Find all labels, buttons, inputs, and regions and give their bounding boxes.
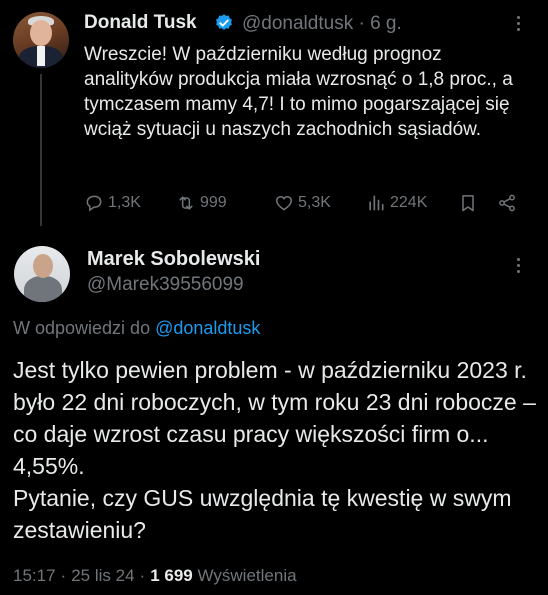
more-icon[interactable] xyxy=(510,14,526,34)
like-button[interactable]: 5,3K xyxy=(274,190,331,216)
share-button[interactable] xyxy=(497,190,517,216)
tweet-date[interactable]: 25 lis 24 xyxy=(71,566,134,585)
author-handle[interactable]: @Marek39556099 xyxy=(87,274,244,296)
tweet-time[interactable]: 15:17 xyxy=(13,566,56,585)
share-icon xyxy=(499,194,515,212)
tweet-reply: Marek Sobolewski @Marek39556099 W odpowi… xyxy=(0,232,548,595)
tweet-time[interactable]: · 6 g. xyxy=(358,13,401,34)
like-count: 5,3K xyxy=(298,194,331,211)
avatar-marek-sobolewski[interactable] xyxy=(14,246,70,302)
replying-to-line: W odpowiedzi do @donaldtusk xyxy=(13,318,260,339)
views-icon xyxy=(369,195,384,211)
reply-count: 1,3K xyxy=(108,194,141,211)
author-name[interactable]: Marek Sobolewski xyxy=(87,248,260,271)
thread-connector-line xyxy=(40,74,42,226)
reply-icon xyxy=(86,195,102,212)
verified-icon xyxy=(216,14,232,30)
views-label: Wyświetlenia xyxy=(197,566,297,585)
avatar-donald-tusk[interactable] xyxy=(13,12,69,68)
retweet-button[interactable]: 999 xyxy=(176,190,227,216)
replying-to-mention[interactable]: @donaldtusk xyxy=(155,318,260,338)
author-handle[interactable]: @donaldtusk xyxy=(242,13,353,34)
tweet-actions-bar: 1,3K 999 5,3K 224K xyxy=(84,190,524,216)
retweet-icon xyxy=(179,196,193,210)
views-count: 224K xyxy=(390,194,428,211)
bookmark-button[interactable] xyxy=(458,190,478,216)
views-count: 1 699 xyxy=(150,566,193,585)
more-icon[interactable] xyxy=(510,256,526,276)
author-handle-time: @donaldtusk · 6 g. xyxy=(242,13,402,35)
like-icon xyxy=(275,195,293,211)
author-name[interactable]: Donald Tusk xyxy=(84,12,197,34)
views-button[interactable]: 224K xyxy=(366,190,427,216)
reply-button[interactable]: 1,3K xyxy=(84,190,141,216)
retweet-count: 999 xyxy=(200,194,227,211)
bookmark-icon xyxy=(462,195,474,212)
tweet-meta: 15:17 · 25 lis 24 · 1 699 Wyświetlenia xyxy=(13,566,297,585)
replying-prefix: W odpowiedzi do xyxy=(13,318,151,338)
tweet-original: Donald Tusk @donaldtusk · 6 g. Wreszcie!… xyxy=(0,0,548,226)
tweet-text: Wreszcie! W październiku według prognoz … xyxy=(84,44,513,140)
tweet-text: Jest tylko pewien problem - w październi… xyxy=(13,357,536,543)
